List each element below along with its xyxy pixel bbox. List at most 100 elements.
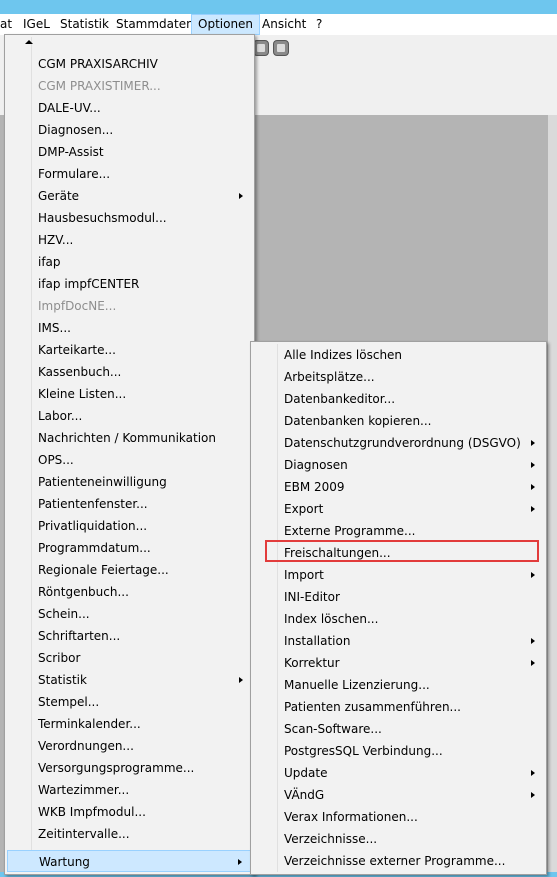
submenu-arrow-icon [531,792,535,798]
optionen-item-ops[interactable]: OPS... [7,449,252,471]
optionen-item-label: Patientenfenster... [38,497,148,511]
menu-statistik[interactable]: Statistik [54,14,115,35]
optionen-item-nachrichten-kommunikation[interactable]: Nachrichten / Kommunikation [7,427,252,449]
wartung-item-manuelle-lizenzierung[interactable]: Manuelle Lizenzierung... [253,674,544,696]
wartung-item-import[interactable]: Import [253,564,544,586]
optionen-item-wartezimmer[interactable]: Wartezimmer... [7,779,252,801]
wartung-item-label: INI-Editor [284,590,340,604]
optionen-item-impfdocne[interactable]: ImpfDocNE... [7,295,252,317]
optionen-item-label: Regionale Feiertage... [38,563,169,577]
optionen-item-dale-uv[interactable]: DALE-UV... [7,97,252,119]
optionen-item-scribor[interactable]: Scribor [7,647,252,669]
optionen-item-label: OPS... [38,453,74,467]
wartung-item-verzeichnisse[interactable]: Verzeichnisse... [253,828,544,850]
optionen-item-kassenbuch[interactable]: Kassenbuch... [7,361,252,383]
menu-help[interactable]: ? [310,14,328,35]
wartung-item-freischaltungen[interactable]: Freischaltungen... [253,542,544,564]
optionen-item-label: Hausbesuchsmodul... [38,211,167,225]
submenu-arrow-icon [531,506,535,512]
optionen-item-label: Terminkalender... [38,717,141,731]
title-bar [0,0,557,14]
menu-bar: at IGeL Statistik Stammdaten Optionen An… [0,14,557,35]
wartung-item-label: Datenbanken kopieren... [284,414,432,428]
toolbar-barcode-icon[interactable] [273,40,289,56]
submenu-arrow-icon [238,859,242,865]
wartung-item-patienten-zusammenfuehren[interactable]: Patienten zusammenführen... [253,696,544,718]
wartung-item-korrektur[interactable]: Korrektur [253,652,544,674]
scrollbar-strip[interactable] [548,115,557,877]
optionen-item-label: ifap impfCENTER [38,277,140,291]
optionen-item-ifap-impfcenter[interactable]: ifap impfCENTER [7,273,252,295]
wartung-item-vaendg[interactable]: VÄndG [253,784,544,806]
submenu-arrow-icon [531,770,535,776]
optionen-item-labor[interactable]: Labor... [7,405,252,427]
wartung-item-datenschutzgrundverordnung-dsgvo[interactable]: Datenschutzgrundverordnung (DSGVO) [253,432,544,454]
optionen-item-wkb-impfmodul[interactable]: WKB Impfmodul... [7,801,252,823]
optionen-item-diagnosen[interactable]: Diagnosen... [7,119,252,141]
optionen-item-label: DALE-UV... [38,101,101,115]
optionen-item-roentgenbuch[interactable]: Röntgenbuch... [7,581,252,603]
optionen-item-hzv[interactable]: HZV... [7,229,252,251]
optionen-item-stempel[interactable]: Stempel... [7,691,252,713]
wartung-item-diagnosen[interactable]: Diagnosen [253,454,544,476]
optionen-item-statistik[interactable]: Statistik [7,669,252,691]
wartung-item-externe-programme[interactable]: Externe Programme... [253,520,544,542]
wartung-item-scan-software[interactable]: Scan-Software... [253,718,544,740]
optionen-item-ifap[interactable]: ifap [7,251,252,273]
wartung-item-label: PostgresSQL Verbindung... [284,744,443,758]
optionen-item-label: Nachrichten / Kommunikation [38,431,216,445]
menu-scroll-up-icon[interactable] [25,40,33,44]
optionen-item-cgm-praxisarchiv[interactable]: CGM PRAXISARCHIV [7,53,252,75]
wartung-item-index-loeschen[interactable]: Index löschen... [253,608,544,630]
menu-at[interactable]: at [0,14,18,35]
wartung-item-verzeichnisse-externer-programme[interactable]: Verzeichnisse externer Programme... [253,850,544,872]
optionen-item-geraete[interactable]: Geräte [7,185,252,207]
toolbar-tool-icon[interactable] [253,40,269,56]
optionen-item-cgm-praxistimer[interactable]: CGM PRAXISTIMER... [7,75,252,97]
wartung-item-label: Index löschen... [284,612,379,626]
menu-igel[interactable]: IGeL [17,14,56,35]
wartung-item-datenbankeditor[interactable]: Datenbankeditor... [253,388,544,410]
optionen-item-zeitintervalle[interactable]: Zeitintervalle... [7,823,252,845]
optionen-item-schein[interactable]: Schein... [7,603,252,625]
menu-ansicht[interactable]: Ansicht [256,14,312,35]
wartung-item-postgressql-verbindung[interactable]: PostgresSQL Verbindung... [253,740,544,762]
optionen-item-patientenfenster[interactable]: Patientenfenster... [7,493,252,515]
optionen-item-wartung[interactable]: Wartung [7,850,252,872]
wartung-item-verax-informationen[interactable]: Verax Informationen... [253,806,544,828]
wartung-item-installation[interactable]: Installation [253,630,544,652]
optionen-item-formulare[interactable]: Formulare... [7,163,252,185]
optionen-item-ims[interactable]: IMS... [7,317,252,339]
optionen-item-label: Privatliquidation... [38,519,148,533]
wartung-item-datenbanken-kopieren[interactable]: Datenbanken kopieren... [253,410,544,432]
submenu-arrow-icon [239,677,243,683]
optionen-item-terminkalender[interactable]: Terminkalender... [7,713,252,735]
optionen-item-privatliquidation[interactable]: Privatliquidation... [7,515,252,537]
menu-stammdaten[interactable]: Stammdaten [110,14,200,35]
wartung-item-alle-indizes-loeschen[interactable]: Alle Indizes löschen [253,344,544,366]
wartung-item-arbeitsplaetze[interactable]: Arbeitsplätze... [253,366,544,388]
menu-optionen[interactable]: Optionen [191,14,261,35]
optionen-item-karteikarte[interactable]: Karteikarte... [7,339,252,361]
wartung-submenu: Alle Indizes löschen Arbeitsplätze... Date… [250,341,547,875]
optionen-item-dmp-assist[interactable]: DMP-Assist [7,141,252,163]
optionen-item-programmdatum[interactable]: Programmdatum... [7,537,252,559]
optionen-item-label: Schein... [38,607,90,621]
optionen-item-kleine-listen[interactable]: Kleine Listen... [7,383,252,405]
optionen-item-hausbesuchsmodul[interactable]: Hausbesuchsmodul... [7,207,252,229]
optionen-item-label: Geräte [38,189,80,203]
wartung-item-update[interactable]: Update [253,762,544,784]
optionen-menu: CGM PRAXISARCHIV CGM PRAXISTIMER... DALE-U… [4,34,255,875]
optionen-item-schriftarten[interactable]: Schriftarten... [7,625,252,647]
optionen-item-label: ifap [38,255,61,269]
optionen-item-patienteneinwilligung[interactable]: Patienteneinwilligung [7,471,252,493]
optionen-item-verordnungen[interactable]: Verordnungen... [7,735,252,757]
optionen-item-versorgungsprogramme[interactable]: Versorgungsprogramme... [7,757,252,779]
submenu-arrow-icon [531,462,535,468]
wartung-item-ebm-2009[interactable]: EBM 2009 [253,476,544,498]
optionen-item-regionale-feiertage[interactable]: Regionale Feiertage... [7,559,252,581]
wartung-item-label: Freischaltungen... [284,546,391,560]
wartung-item-label: Arbeitsplätze... [284,370,375,384]
wartung-item-ini-editor[interactable]: INI-Editor [253,586,544,608]
wartung-item-export[interactable]: Export [253,498,544,520]
